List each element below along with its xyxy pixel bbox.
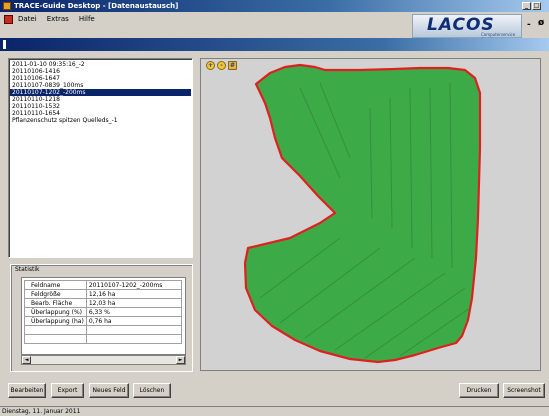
maximize-button[interactable]: □ <box>532 2 541 10</box>
bearbeiten-button[interactable]: Bearbeiten <box>8 383 46 398</box>
list-item[interactable]: 20110110-1532 <box>10 103 191 110</box>
map-toolbar: + - # <box>206 61 237 70</box>
export-button[interactable]: Export <box>51 383 84 398</box>
document-icon[interactable] <box>4 15 13 24</box>
statistik-title: Statistik <box>15 266 40 273</box>
stat-value: 0,76 ha <box>85 316 183 326</box>
menu-extras[interactable]: Extras <box>47 15 69 23</box>
field-list[interactable]: 2011-01-10 09:35:16_-2 20110106-1416 20110… <box>8 58 193 258</box>
scroll-left-icon[interactable]: ◄ <box>22 356 31 364</box>
stat-value: 6,33 % <box>85 307 183 317</box>
list-item[interactable]: 20110106-1416 <box>10 68 191 75</box>
list-item[interactable]: 20110110-1218 <box>10 96 191 103</box>
lacos-logo: LACOS Computerservice GmbH <box>412 14 522 42</box>
app-icon <box>3 2 11 10</box>
menu-hilfe[interactable]: Hilfe <box>79 15 95 23</box>
zoom-in-icon[interactable]: + <box>206 61 215 70</box>
mdi-minimize-button[interactable]: - <box>527 20 531 30</box>
table-row-empty <box>24 325 183 335</box>
toolbar-icon <box>3 40 6 49</box>
minimize-button[interactable]: _ <box>522 2 531 10</box>
statistik-grid: Feldname 20110107-1202_-200ms Feldgröße 12,… <box>21 277 186 355</box>
field-map[interactable] <box>200 58 541 371</box>
field-polygon <box>243 63 482 364</box>
zoom-extent-icon[interactable]: # <box>228 61 237 70</box>
stat-value: 12,16 ha <box>85 289 183 299</box>
screenshot-button[interactable]: Screenshot <box>503 383 545 398</box>
list-item[interactable]: 20110106-1647 <box>10 75 191 82</box>
stat-value <box>85 334 183 344</box>
status-date: Dienstag, 11. Januar 2011 <box>2 408 81 415</box>
stat-key: Bearb. Fläche <box>24 298 87 308</box>
stat-key: Feldname <box>24 280 87 290</box>
drucken-button[interactable]: Drucken <box>459 383 499 398</box>
table-row: Überlappung (%) 6,33 % <box>24 307 183 317</box>
stat-key: Überlappung (ha) <box>24 316 87 326</box>
loeschen-button[interactable]: Löschen <box>133 383 171 398</box>
zoom-out-icon[interactable]: - <box>217 61 226 70</box>
stat-key: Feldgröße <box>24 289 87 299</box>
menu-datei[interactable]: Datei <box>18 15 37 23</box>
list-item[interactable]: 2011-01-10 09:35:16_-2 <box>10 61 191 68</box>
list-item[interactable]: 20110110-1654 <box>10 110 191 117</box>
status-bar: Dienstag, 11. Januar 2011 <box>0 406 549 416</box>
stat-value: 12,03 ha <box>85 298 183 308</box>
table-row: Feldgröße 12,16 ha <box>24 289 183 299</box>
stat-key <box>24 325 87 335</box>
title-bar: TRACE-Guide Desktop - [Datenaustausch] _… <box>0 0 549 12</box>
stat-value: 20110107-1202_-200ms <box>85 280 183 290</box>
stat-key <box>24 334 87 344</box>
list-item[interactable]: 20110107-1202_-200ms <box>10 89 191 96</box>
toolbar-strip <box>0 38 549 51</box>
statistik-table: Feldname 20110107-1202_-200ms Feldgröße 12,… <box>24 280 183 344</box>
statistik-scrollbar[interactable]: ◄ ► <box>21 355 186 365</box>
scroll-right-icon[interactable]: ► <box>176 356 185 364</box>
table-row: Überlappung (ha) 0,76 ha <box>24 316 183 326</box>
neues-feld-button[interactable]: Neues Feld <box>89 383 129 398</box>
list-item[interactable]: 20110107-0839_100ms <box>10 82 191 89</box>
table-row-empty <box>24 334 183 344</box>
list-item[interactable]: Pflanzenschutz spitzen Quelleds_-1 <box>10 117 191 124</box>
stat-key: Überlappung (%) <box>24 307 87 317</box>
stat-value <box>85 325 183 335</box>
table-row: Bearb. Fläche 12,03 ha <box>24 298 183 308</box>
window-title: TRACE-Guide Desktop - [Datenaustausch] <box>14 2 179 10</box>
table-row: Feldname 20110107-1202_-200ms <box>24 280 183 290</box>
mdi-close-icon[interactable]: ø <box>538 18 544 28</box>
